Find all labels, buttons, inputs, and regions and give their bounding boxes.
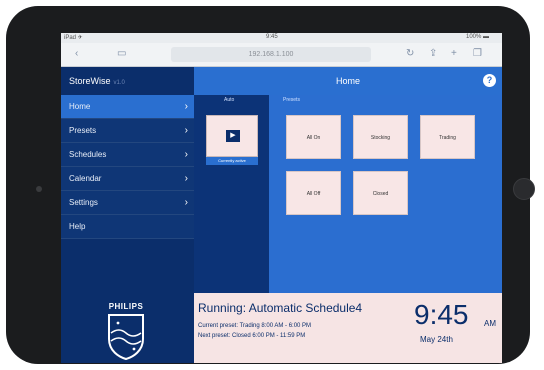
- sidebar-item-presets[interactable]: Presets ›: [61, 119, 194, 143]
- brand-title: StoreWise v1.0: [69, 67, 125, 95]
- preset-button-stocking[interactable]: Stocking: [353, 115, 408, 159]
- photo-stage: iPad ✈ 9:45 100% ▬ ‹ ▭ 192.168.1.100 ↻ ⇪…: [0, 0, 544, 370]
- status-left: iPad ✈: [64, 35, 83, 41]
- back-arrow-icon[interactable]: ‹: [75, 48, 78, 59]
- bookmarks-icon[interactable]: ▭: [117, 48, 126, 59]
- philips-logo: PHILIPS: [101, 302, 151, 362]
- clock-ampm: AM: [484, 319, 496, 328]
- sidebar-item-schedules[interactable]: Schedules ›: [61, 143, 194, 167]
- logo-wordmark: PHILIPS: [108, 302, 144, 311]
- chevron-right-icon: ›: [184, 149, 188, 160]
- presets-column: Presets All On Stocking Trading All Off …: [269, 95, 502, 293]
- presets-column-label: Presets: [283, 97, 300, 103]
- status-panel: Running: Automatic Schedule4 Current pre…: [194, 293, 502, 363]
- sidebar-nav: Home › Presets › Schedules › Calendar › Sett…: [61, 95, 194, 239]
- page-title: Home: [335, 76, 360, 86]
- brand-name: StoreWise: [69, 76, 111, 86]
- sidebar: StoreWise v1.0 Home › Presets › Schedules › …: [61, 67, 194, 363]
- reload-icon[interactable]: ↻: [406, 48, 414, 59]
- sidebar-item-label: Calendar: [69, 174, 102, 183]
- sidebar-item-label: Schedules: [69, 150, 107, 159]
- play-button[interactable]: ▶: [206, 115, 258, 157]
- preset-button-trading[interactable]: Trading: [420, 115, 475, 159]
- sidebar-item-label: Presets: [69, 126, 97, 135]
- page-header: Home ?: [194, 67, 502, 95]
- clock-time: 9:45: [414, 299, 469, 330]
- shield-emblem-icon: [108, 314, 144, 361]
- sidebar-item-label: Help: [69, 222, 86, 231]
- ios-status-bar: iPad ✈ 9:45 100% ▬: [61, 33, 502, 43]
- sidebar-item-help[interactable]: Help: [61, 215, 194, 239]
- auto-column-label: Auto: [224, 97, 235, 103]
- chevron-right-icon: ›: [184, 101, 188, 112]
- running-schedule: Running: Automatic Schedule4: [198, 301, 363, 315]
- brand-version: v1.0: [113, 80, 125, 86]
- current-preset: Current preset: Trading 8:00 AM - 6:00 P…: [198, 323, 312, 329]
- sidebar-item-settings[interactable]: Settings ›: [61, 191, 194, 215]
- next-preset: Next preset: Closed 6:00 PM - 11:59 PM: [198, 333, 306, 339]
- app-screen: iPad ✈ 9:45 100% ▬ ‹ ▭ 192.168.1.100 ↻ ⇪…: [61, 33, 502, 363]
- preset-button-all-off[interactable]: All Off: [286, 171, 341, 215]
- sidebar-item-home[interactable]: Home ›: [61, 95, 194, 119]
- status-time: 9:45: [266, 34, 278, 40]
- url-field[interactable]: 192.168.1.100: [171, 47, 371, 62]
- status-battery: 100% ▬: [466, 34, 490, 40]
- play-caption: Currently active: [206, 157, 258, 165]
- share-icon[interactable]: ⇪: [429, 48, 437, 59]
- chevron-right-icon: ›: [184, 173, 188, 184]
- sidebar-item-calendar[interactable]: Calendar ›: [61, 167, 194, 191]
- play-icon: ▶: [226, 130, 240, 142]
- clock-date: May 24th: [420, 335, 453, 344]
- chevron-right-icon: ›: [184, 197, 188, 208]
- preset-button-all-on[interactable]: All On: [286, 115, 341, 159]
- help-icon[interactable]: ?: [483, 74, 496, 87]
- sidebar-item-label: Home: [69, 102, 91, 111]
- camera-dot: [36, 186, 42, 192]
- sidebar-item-label: Settings: [69, 198, 98, 207]
- preset-button-closed[interactable]: Closed: [353, 171, 408, 215]
- browser-toolbar: ‹ ▭ 192.168.1.100 ↻ ⇪ + ❐: [61, 43, 502, 67]
- tabs-icon[interactable]: ❐: [473, 48, 482, 59]
- home-hardware-button[interactable]: [513, 178, 535, 200]
- tablet-frame: iPad ✈ 9:45 100% ▬ ‹ ▭ 192.168.1.100 ↻ ⇪…: [6, 6, 535, 364]
- auto-column: Auto ▶ Currently active: [194, 95, 269, 293]
- add-tab-icon[interactable]: +: [451, 48, 457, 59]
- chevron-right-icon: ›: [184, 125, 188, 136]
